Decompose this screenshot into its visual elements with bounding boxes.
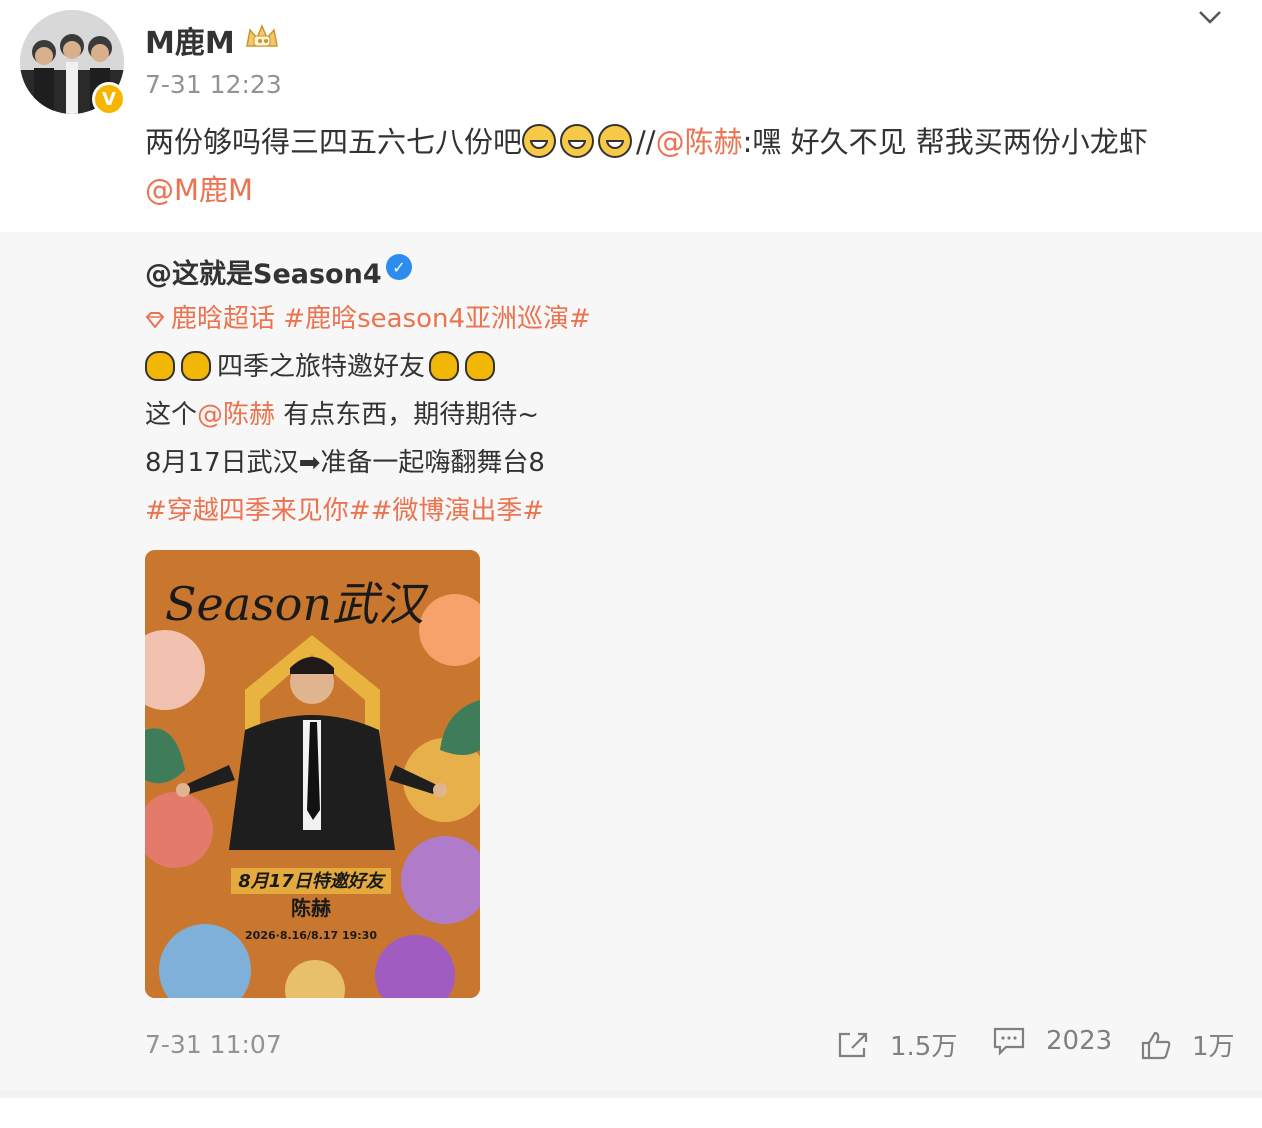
- repost-line-3-suffix: 有点东西，期待期待~: [275, 400, 540, 430]
- comment-icon: [993, 1027, 1025, 1056]
- poster-title: Season武汉: [165, 577, 429, 631]
- share-button[interactable]: 1.5万: [836, 1026, 957, 1063]
- share-count: 1.5万: [890, 1032, 958, 1062]
- clap-emoji-icon: [429, 351, 460, 381]
- poster-guest: 陈赫: [291, 896, 331, 920]
- repost-timestamp[interactable]: 7-31 11:07: [145, 1030, 282, 1059]
- repost-separator: //: [636, 125, 656, 159]
- repost-line-2-text: 四季之旅特邀好友: [217, 352, 426, 382]
- like-button[interactable]: 1万: [1140, 1026, 1235, 1063]
- weibo-card: V M鹿M 7-31 12:23 两份够吗得三四五六七八份吧//@陈赫:嘿 好久…: [0, 0, 1262, 1128]
- clap-emoji-icon: [145, 351, 175, 381]
- comment-button[interactable]: 2023: [992, 1026, 1112, 1056]
- hashtag-link[interactable]: #穿越四季来见你##微博演出季#: [145, 496, 544, 526]
- post-text-quote: :嘿 好久不见 帮我买两份小龙虾: [742, 125, 1148, 159]
- feed-gap: [0, 1090, 1262, 1128]
- topics-line: 鹿晗超话 #鹿晗season4亚洲巡演#: [145, 298, 591, 335]
- post-header: V M鹿M 7-31 12:23 两份够吗得三四五六七八份吧 //@陈赫:嘿 好久…: [0, 0, 1262, 230]
- poster-image[interactable]: Season武汉 8月17日特邀好友 陈赫 2026·8.16/8.17 19:…: [145, 550, 480, 998]
- next-card-edge: [0, 1098, 1262, 1128]
- clap-emoji-icon: [465, 351, 496, 381]
- poster-subtitle: 8月17日特邀好友: [238, 871, 387, 892]
- supertopic-link[interactable]: 鹿晗超话: [171, 304, 275, 334]
- repost-line-4: 8月17日武汉➡准备一起嗨翻舞台8: [145, 448, 545, 478]
- thumbs-up-icon: [1141, 1031, 1171, 1059]
- mention-link[interactable]: @M鹿M: [145, 173, 253, 207]
- chevron-down-icon[interactable]: [1196, 6, 1224, 28]
- comment-count: 2023: [1046, 1026, 1113, 1056]
- author-name[interactable]: M鹿M: [145, 18, 235, 62]
- poster-date: 2026·8.16/8.17 19:30: [245, 929, 377, 942]
- post-text: 两份够吗得三四五六七八份吧 //@陈赫:嘿 好久不见 帮我买两份小龙虾 @M鹿M: [145, 118, 1225, 214]
- grin-emoji-icon: [522, 124, 557, 158]
- post-text-main: 两份够吗得三四五六七八份吧: [145, 125, 523, 159]
- reposted-content: @这就是Season4 ✓ 鹿晗超话 #鹿晗season4亚洲巡演# 四季之旅特…: [0, 232, 1262, 1090]
- mention-link[interactable]: @陈赫: [197, 400, 275, 430]
- repost-line-2: 四季之旅特邀好友: [145, 346, 501, 383]
- crown-badge-icon: [246, 24, 278, 47]
- verified-blue-icon: ✓: [386, 254, 412, 280]
- grin-emoji-icon: [598, 124, 633, 158]
- grin-emoji-icon: [560, 124, 595, 158]
- post-footer: 7-31 11:07 1.5万 2023 1万: [0, 1026, 1262, 1090]
- hashtag-link[interactable]: #鹿晗season4亚洲巡演#: [283, 304, 591, 334]
- supertopic-diamond-icon: [145, 312, 165, 328]
- repost-line-3-prefix: 这个: [145, 400, 198, 430]
- mention-link[interactable]: @陈赫: [656, 125, 743, 159]
- post-timestamp[interactable]: 7-31 12:23: [145, 70, 282, 99]
- like-count: 1万: [1192, 1032, 1235, 1062]
- share-icon: [838, 1032, 868, 1057]
- hashtags-line: #穿越四季来见你##微博演出季#: [145, 490, 544, 527]
- verified-v-badge-icon: V: [92, 82, 126, 116]
- repost-line-3: 这个@陈赫 有点东西，期待期待~: [145, 394, 539, 431]
- clap-emoji-icon: [181, 351, 211, 381]
- repost-author-link[interactable]: @这就是Season4: [145, 252, 382, 291]
